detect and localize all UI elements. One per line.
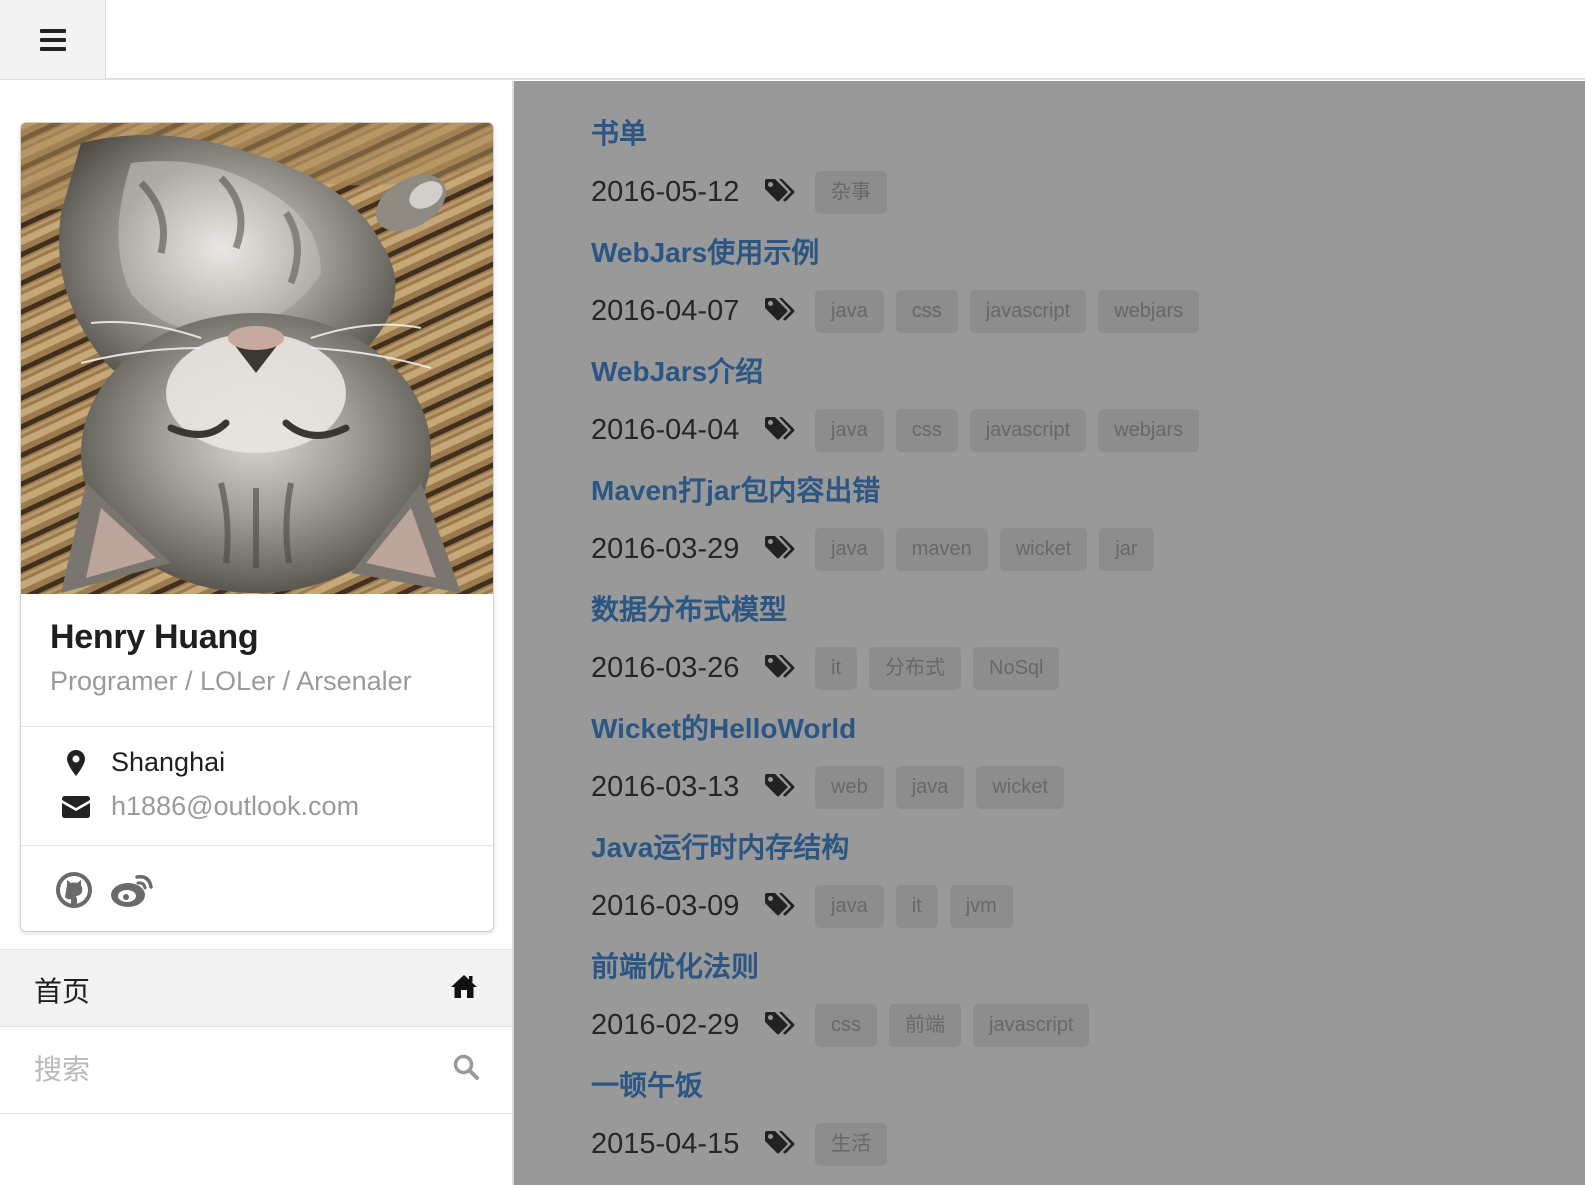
tag-label[interactable]: 前端: [889, 1003, 961, 1047]
tags-icon: [765, 536, 797, 562]
post-meta: 2015-04-15 生活: [591, 1122, 899, 1166]
profile-photo: [21, 123, 493, 594]
post-date: 2016-05-12: [591, 175, 740, 208]
location-row: Shanghai: [59, 747, 225, 778]
tag-label[interactable]: wicket: [976, 765, 1064, 809]
tag-label[interactable]: web: [815, 765, 884, 809]
top-bar: [0, 0, 1585, 80]
post-title-link[interactable]: Java运行时内存结构: [591, 829, 1025, 867]
post-date: 2016-03-13: [591, 770, 740, 803]
list-item: Java运行时内存结构 2016-03-09 java it jvm: [591, 829, 1025, 928]
post-date: 2016-04-04: [591, 413, 740, 446]
list-item: 数据分布式模型 2016-03-26 it 分布式 NoSql: [591, 591, 1071, 690]
sidebar: Henry Huang Programer / LOLer / Arsenale…: [0, 81, 514, 1185]
tag-label[interactable]: webjars: [1098, 289, 1200, 333]
tags-icon: [765, 893, 797, 919]
post-meta: 2016-02-29 css 前端 javascript: [591, 1003, 1101, 1047]
list-item: 前端优化法则 2016-02-29 css 前端 javascript: [591, 948, 1101, 1047]
nav-home-label: 首页: [34, 976, 91, 1007]
email-row: h1886@outlook.com: [59, 791, 359, 822]
tag-label[interactable]: javascript: [973, 1003, 1090, 1047]
tag-label[interactable]: jar: [1099, 527, 1154, 571]
search-icon[interactable]: [453, 1054, 479, 1085]
divider: [21, 845, 493, 846]
post-date: 2016-03-09: [591, 889, 740, 922]
tag-label[interactable]: it: [895, 884, 938, 928]
post-title-link[interactable]: Maven打jar包内容出错: [591, 472, 1166, 510]
tags-icon: [765, 179, 797, 205]
weibo-icon[interactable]: [109, 871, 155, 909]
tag-label[interactable]: it: [815, 646, 857, 690]
post-title-link[interactable]: WebJars介绍: [591, 353, 1211, 391]
list-item: WebJars介绍 2016-04-04 java css javascript…: [591, 353, 1211, 452]
github-icon[interactable]: [55, 871, 93, 909]
tag-label[interactable]: java: [815, 527, 884, 571]
post-title-link[interactable]: 数据分布式模型: [591, 591, 1071, 629]
tag-label[interactable]: 生活: [815, 1122, 887, 1166]
map-marker-icon: [59, 749, 93, 776]
list-item: Wicket的HelloWorld 2016-03-13 web java wi…: [591, 710, 1076, 809]
tag-label[interactable]: java: [815, 289, 884, 333]
post-title-link[interactable]: 前端优化法则: [591, 948, 1101, 986]
post-meta: 2016-03-13 web java wicket: [591, 765, 1076, 809]
list-item: WebJars使用示例 2016-04-07 java css javascri…: [591, 234, 1211, 333]
post-meta: 2016-04-04 java css javascript webjars: [591, 408, 1211, 452]
profile-name: Henry Huang: [50, 618, 259, 656]
tag-label[interactable]: 杂事: [815, 170, 887, 214]
tag-label[interactable]: 分布式: [869, 646, 961, 690]
tag-label[interactable]: java: [815, 408, 884, 452]
hamburger-icon: [39, 28, 66, 52]
tag-label[interactable]: javascript: [969, 408, 1087, 452]
post-list: 书单 2016-05-12 杂事 WebJars使用示例 2016-04-07 …: [514, 81, 1585, 1185]
tag-label[interactable]: java: [895, 765, 965, 809]
post-date: 2016-03-29: [591, 532, 740, 565]
list-item: 一顿午饭 2015-04-15 生活: [591, 1067, 899, 1166]
search-row: [0, 1027, 512, 1114]
post-title-link[interactable]: WebJars使用示例: [591, 234, 1211, 272]
tags-icon: [765, 774, 797, 800]
post-date: 2016-03-26: [591, 651, 740, 684]
tag-label[interactable]: css: [815, 1003, 877, 1047]
tag-label[interactable]: java: [815, 884, 884, 928]
list-item: Maven打jar包内容出错 2016-03-29 java maven wic…: [591, 472, 1166, 571]
tag-label[interactable]: javascript: [969, 289, 1087, 333]
profile-card: Henry Huang Programer / LOLer / Arsenale…: [20, 122, 494, 932]
post-title-link[interactable]: 一顿午饭: [591, 1067, 899, 1105]
menu-toggle-button[interactable]: [0, 0, 106, 79]
nav-home[interactable]: 首页: [0, 949, 512, 1027]
post-meta: 2016-03-09 java it jvm: [591, 884, 1025, 928]
social-links: [55, 871, 155, 909]
post-meta: 2016-03-29 java maven wicket jar: [591, 527, 1166, 571]
tags-icon: [765, 298, 797, 324]
search-input[interactable]: [34, 1045, 414, 1095]
tag-label[interactable]: webjars: [1098, 408, 1200, 452]
home-icon: [451, 974, 477, 1003]
post-date: 2016-02-29: [591, 1008, 740, 1041]
list-item: 书单 2016-05-12 杂事: [591, 115, 899, 214]
tags-icon: [765, 1131, 797, 1157]
post-meta: 2016-05-12 杂事: [591, 170, 899, 214]
tag-label[interactable]: maven: [895, 527, 988, 571]
post-meta: 2016-03-26 it 分布式 NoSql: [591, 646, 1071, 690]
post-title-link[interactable]: 书单: [591, 115, 899, 153]
post-title-link[interactable]: Wicket的HelloWorld: [591, 710, 1076, 748]
location-text: Shanghai: [111, 747, 226, 777]
tag-label[interactable]: css: [895, 408, 958, 452]
tags-icon: [765, 655, 797, 681]
envelope-icon: [59, 795, 93, 818]
tag-label[interactable]: css: [895, 289, 958, 333]
post-date: 2016-04-07: [591, 294, 740, 327]
email-link[interactable]: h1886@outlook.com: [111, 791, 359, 822]
tag-label[interactable]: jvm: [949, 884, 1013, 928]
post-meta: 2016-04-07 java css javascript webjars: [591, 289, 1211, 333]
tag-label[interactable]: NoSql: [973, 646, 1060, 690]
divider: [21, 726, 493, 727]
post-date: 2015-04-15: [591, 1127, 740, 1160]
tags-icon: [765, 417, 797, 443]
profile-tagline: Programer / LOLer / Arsenaler: [50, 666, 412, 696]
tags-icon: [765, 1012, 797, 1038]
tag-label[interactable]: wicket: [999, 527, 1088, 571]
